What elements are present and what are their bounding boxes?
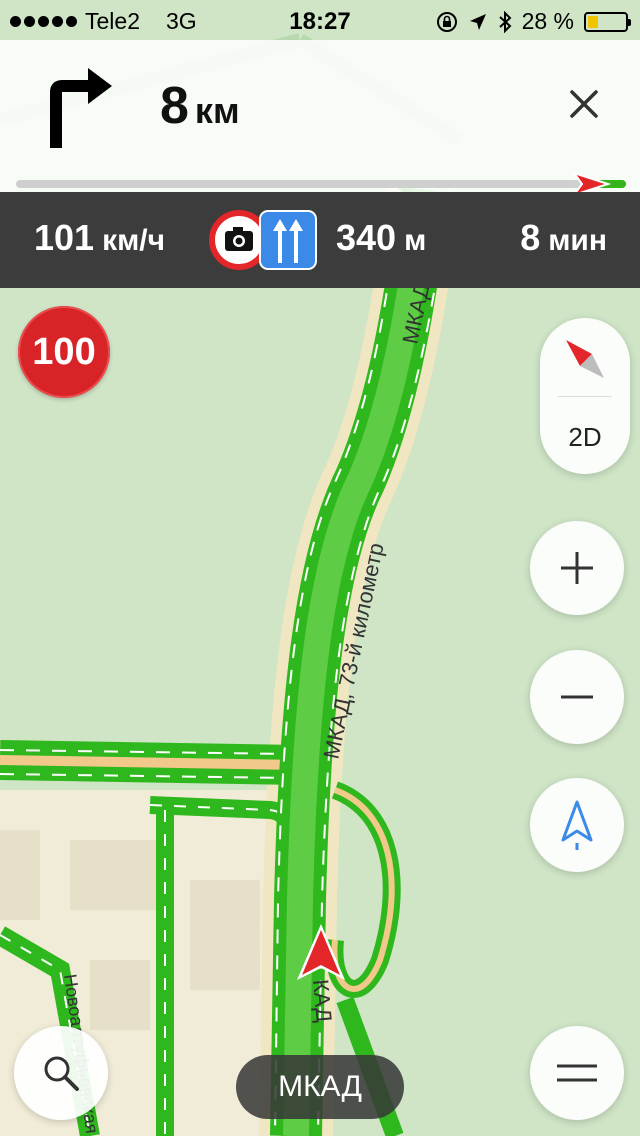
- bluetooth-icon: [498, 10, 512, 33]
- info-bar: 101 км/ч 340 м 8 мин: [0, 192, 640, 288]
- current-speed: 101 км/ч: [34, 217, 165, 259]
- maneuver-panel: 8 км: [0, 40, 640, 197]
- status-right: 28 %: [436, 8, 631, 35]
- view-mode-toggle[interactable]: 2D: [540, 422, 630, 453]
- compass-icon[interactable]: [562, 336, 608, 382]
- current-speed-value: 101: [34, 217, 95, 258]
- maneuver-distance-value: 8: [160, 77, 189, 135]
- close-icon[interactable]: [560, 80, 608, 128]
- current-speed-unit: км/ч: [102, 224, 166, 257]
- camera-distance: 340 м: [336, 217, 426, 259]
- maneuver-distance-unit: км: [194, 90, 240, 131]
- status-bar: Tele2 3G 18:27 28 %: [0, 0, 640, 40]
- orientation-lock-icon: [436, 11, 457, 32]
- camera-distance-value: 340: [336, 217, 397, 258]
- route-progress-bar: [16, 171, 626, 197]
- compass-separator: [558, 396, 612, 397]
- navigation-arrow-icon: [561, 800, 593, 850]
- building: [70, 840, 160, 910]
- building: [0, 830, 40, 920]
- battery-level: [588, 15, 598, 28]
- zoom-in-button[interactable]: [530, 521, 624, 615]
- search-icon: [44, 1056, 79, 1091]
- eta-unit: мин: [548, 224, 607, 257]
- battery-percent: 28 %: [521, 8, 574, 34]
- map-label-road-bottom: КАД: [308, 978, 337, 1023]
- building: [190, 880, 260, 990]
- maneuver-distance: 8 км: [160, 76, 240, 136]
- eta: 8 мин: [520, 217, 607, 259]
- crossroad-lane: [0, 755, 301, 770]
- turn-right-icon: [50, 68, 112, 148]
- eta-value: 8: [520, 217, 541, 258]
- menu-button[interactable]: [530, 1026, 624, 1120]
- zoom-out-button[interactable]: [530, 650, 624, 744]
- compass-control[interactable]: 2D: [540, 318, 630, 474]
- battery-icon: [584, 11, 631, 32]
- current-street-label: МКАД: [236, 1055, 404, 1119]
- plus-icon: [561, 552, 593, 584]
- straight-lanes-icon: [259, 210, 317, 270]
- minus-icon: [561, 695, 593, 699]
- speed-limit-sign: 100: [18, 306, 110, 398]
- camera-distance-unit: м: [404, 224, 427, 257]
- location-arrow-icon: [469, 13, 486, 30]
- search-button[interactable]: [14, 1026, 108, 1120]
- locate-button[interactable]: [530, 778, 624, 872]
- menu-icon: [557, 1064, 597, 1082]
- building: [90, 960, 150, 1030]
